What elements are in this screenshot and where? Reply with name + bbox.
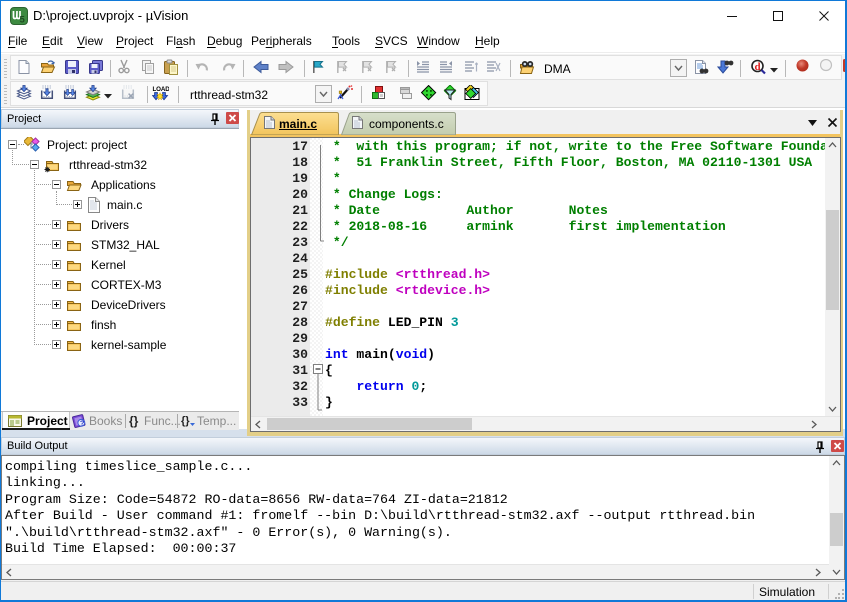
svg-text:{}: {} xyxy=(181,415,190,427)
svg-text:d: d xyxy=(754,61,760,73)
svg-text:LOAD: LOAD xyxy=(153,86,170,93)
svg-text:{}: {} xyxy=(129,414,139,428)
svg-text:?: ? xyxy=(80,418,85,427)
svg-text:5: 5 xyxy=(20,15,26,26)
